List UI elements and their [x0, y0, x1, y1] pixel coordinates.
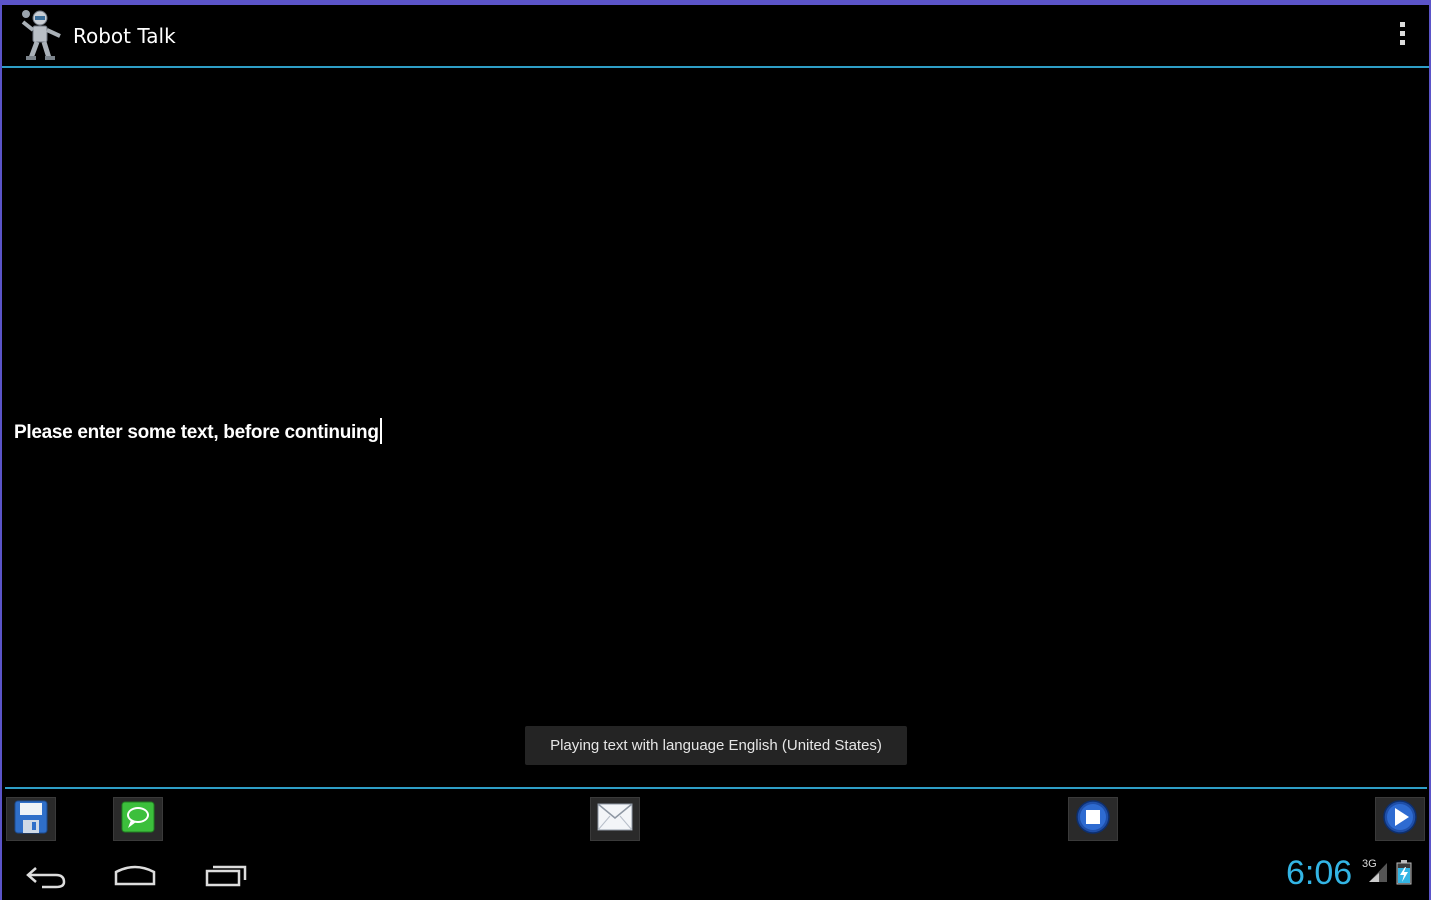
sms-button[interactable]	[113, 797, 163, 841]
text-content: Please enter some text, before continuin…	[14, 418, 382, 444]
text-value: Please enter some text, before continuin…	[14, 422, 379, 443]
robot-app-icon[interactable]	[18, 8, 64, 62]
toast-message: Playing text with language English (Unit…	[525, 726, 907, 765]
back-icon[interactable]	[22, 858, 72, 892]
battery-charging-icon	[1396, 859, 1412, 885]
play-icon	[1382, 799, 1418, 839]
home-icon[interactable]	[110, 858, 160, 892]
email-button[interactable]	[590, 797, 640, 841]
text-input-area[interactable]: Please enter some text, before continuin…	[2, 68, 1429, 786]
signal-strength-icon	[1367, 860, 1389, 884]
stop-button[interactable]	[1068, 797, 1118, 841]
bottom-divider	[5, 787, 1427, 789]
recent-apps-icon[interactable]	[201, 858, 251, 892]
action-bar	[2, 5, 1429, 66]
speech-bubble-icon	[121, 801, 155, 837]
app-title: Robot Talk	[73, 24, 176, 48]
envelope-icon	[597, 801, 633, 837]
stop-icon	[1075, 799, 1111, 839]
text-cursor	[379, 418, 382, 444]
status-clock: 6:06	[1286, 854, 1353, 892]
floppy-disk-icon	[14, 800, 48, 838]
play-button[interactable]	[1375, 797, 1425, 841]
save-button[interactable]	[6, 797, 56, 841]
overflow-menu-icon[interactable]	[1397, 22, 1407, 52]
